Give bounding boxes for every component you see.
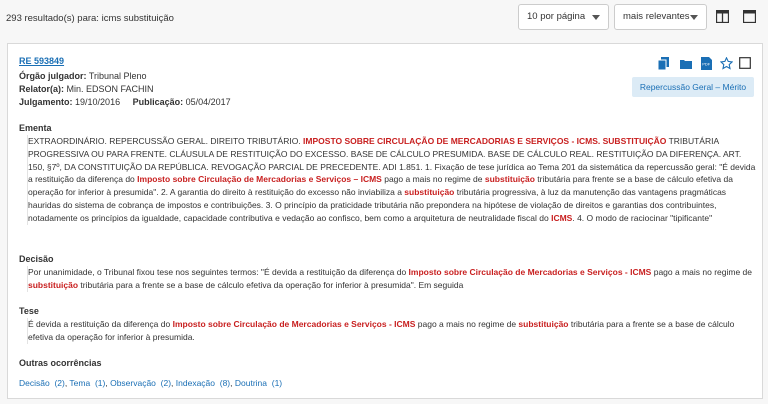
text-run: pago a mais no regime de [415,319,519,329]
ocorrencia-link[interactable]: Tema (1) [69,378,105,388]
repercussao-geral-badge[interactable]: Repercussão Geral – Mérito [632,77,754,97]
highlighted-term: Imposto sobre Circulação de Mercadorias … [137,174,382,185]
highlighted-term: substituição [484,174,535,185]
result-actions: PDF [652,57,752,71]
result-title-link[interactable]: RE 593849 [19,56,64,66]
result-card: RE 593849 Órgão julgador: Tribunal Pleno… [7,43,763,399]
tese-title: Tese [19,306,39,316]
relator: Relator(a): Min. EDSON FACHIN [19,84,154,94]
select-checkbox[interactable] [739,57,751,69]
ocorrencia-count: (2) [160,378,172,388]
highlighted-term: substituição [28,279,79,290]
chevron-down-icon [690,15,698,20]
ementa-text: EXTRAORDINÁRIO. REPERCUSSÃO GERAL. DIREI… [28,135,756,225]
ocorrencia-count: (8) [219,378,231,388]
copy-document-icon[interactable] [658,57,669,70]
julgamento-value: 19/10/2016 [75,97,121,107]
ocorrencia-link[interactable]: Doutrina (1) [235,378,282,388]
decisao-text: Por unanimidade, o Tribunal fixou tese n… [28,266,756,292]
orgao-label: Órgão julgador: [19,71,87,81]
highlighted-term: Imposto sobre Circulação de Mercadorias … [172,319,416,329]
text-run: . 4. O modo de raciocinar "tipificante" [572,212,713,223]
ocorrencia-link[interactable]: Decisão (2) [19,378,65,388]
svg-text:PDF: PDF [702,62,711,67]
ocorrencia-count: (2) [54,378,65,388]
highlighted-term: ICMS [551,212,573,223]
ocorrencia-count: (1) [271,378,283,388]
ementa-body: EXTRAORDINÁRIO. REPERCUSSÃO GERAL. DIREI… [27,135,756,225]
text-run: EXTRAORDINÁRIO. REPERCUSSÃO GERAL. DIREI… [28,136,304,146]
per-page-value: 10 por página [527,11,586,22]
sort-order-value: mais relevantes [623,11,690,22]
pdf-icon[interactable]: PDF [701,57,712,70]
outras-ocorrencias-title: Outras ocorrências [19,358,102,368]
ocorrencia-label: Indexação [175,378,216,388]
results-count: 293 resultado(s) para: icms substituição [6,13,174,24]
ocorrencia-label: Decisão [19,378,50,388]
ocorrencia-label: Observação [110,378,156,388]
orgao-value: Tribunal Pleno [88,71,147,81]
star-icon[interactable] [720,57,733,70]
dates: Julgamento: 19/10/2016 Publicação: 05/04… [19,97,231,107]
results-toolbar: 293 resultado(s) para: icms substituição… [0,0,768,40]
decisao-body: Por unanimidade, o Tribunal fixou tese n… [27,266,756,292]
publicacao-value: 05/04/2017 [185,97,231,107]
folder-icon[interactable] [680,59,692,69]
highlighted-term: substituição [518,319,569,329]
julgamento-label: Julgamento: [19,97,73,107]
ocorrencia-link[interactable]: Observação (2) [110,378,171,388]
decisao-title: Decisão [19,254,54,264]
tese-text: É devida a restituição da diferença do I… [28,318,756,344]
text-run: tributária para a frente se a base de cá… [78,279,464,290]
text-run: É devida a restituição da diferença do [28,319,173,329]
orgao-julgador: Órgão julgador: Tribunal Pleno [19,71,147,81]
ocorrencia-label: Doutrina [234,378,268,388]
ementa-title: Ementa [19,123,52,133]
text-run: pago a mais no regime de [381,174,485,185]
grid-view-icon[interactable] [716,10,729,23]
outras-ocorrencias-list: Decisão (2), Tema (1), Observação (2), I… [19,378,282,388]
highlighted-term: Imposto sobre Circulação de Mercadorias … [408,267,652,277]
ocorrencia-count: (1) [94,378,106,388]
per-page-select[interactable]: 10 por página [518,4,609,30]
sort-order-select[interactable]: mais relevantes [614,4,707,30]
highlighted-term: substituição [404,187,455,198]
ocorrencia-label: Tema [69,378,91,388]
highlighted-term: IMPOSTO SOBRE CIRCULAÇÃO DE MERCADORIAS … [303,136,667,146]
text-run: Por unanimidade, o Tribunal fixou tese n… [28,267,409,277]
relator-value: Min. EDSON FACHIN [66,84,154,94]
chevron-down-icon [592,15,600,20]
publicacao-label: Publicação: [132,97,184,107]
ocorrencia-link[interactable]: Indexação (8) [176,378,230,388]
list-view-icon[interactable] [743,10,756,23]
relator-label: Relator(a): [19,84,65,94]
tese-body: É devida a restituição da diferença do I… [27,318,756,344]
text-run: pago a mais no regime de [651,267,753,277]
